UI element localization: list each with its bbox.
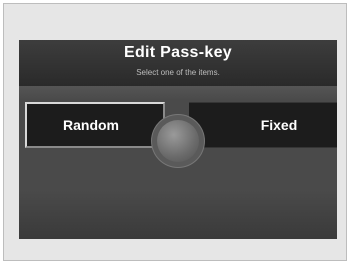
dialog-header: Edit Pass-key Select one of the items. <box>19 40 337 86</box>
option-random-button[interactable]: Random <box>25 102 165 148</box>
selector-knob-icon[interactable] <box>157 120 199 162</box>
dialog-subtitle: Select one of the items. <box>136 68 220 77</box>
option-random-label: Random <box>63 117 119 133</box>
display-screen: Edit Pass-key Select one of the items. R… <box>19 40 337 239</box>
screen-lower-area <box>19 190 337 239</box>
header-divider-band <box>19 86 337 100</box>
option-fixed-button[interactable]: Fixed <box>189 102 337 148</box>
option-fixed-label: Fixed <box>260 117 298 133</box>
screenshot-frame: Edit Pass-key Select one of the items. R… <box>3 3 347 261</box>
dialog-title: Edit Pass-key <box>124 44 232 61</box>
